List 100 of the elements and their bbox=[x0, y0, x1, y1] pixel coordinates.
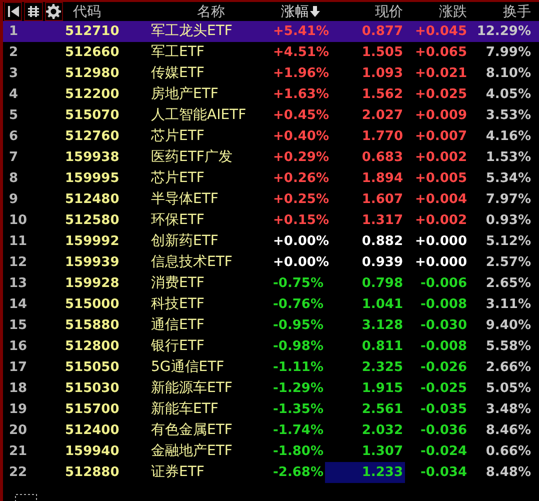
row-number: 12 bbox=[8, 254, 28, 272]
table-row[interactable]: 8 159995 芯片ETF +0.26% 1.894 +0.005 5.34% bbox=[3, 168, 539, 189]
change-percent-cell-text: -1.11% bbox=[273, 359, 324, 377]
sort-button[interactable] bbox=[24, 2, 43, 21]
change-percent-cell-text: -0.76% bbox=[273, 296, 324, 314]
settings-icon bbox=[46, 4, 62, 19]
table-row[interactable]: 18 515030 新能源车ETF -1.29% 1.915 -0.025 5.05% bbox=[3, 378, 539, 399]
table-row[interactable]: 2 512660 军工ETF +4.51% 1.505 +0.065 7.99% bbox=[3, 42, 539, 63]
row-number: 22 bbox=[8, 464, 28, 482]
code-cell-text: 512760 bbox=[64, 128, 120, 146]
turnover-cell-text: 12.29% bbox=[476, 23, 532, 41]
row-number: 10 bbox=[8, 212, 28, 230]
table-row[interactable]: 7 159938 医药ETF广发 +0.29% 0.683 +0.002 1.53% bbox=[3, 147, 539, 168]
change-cell-text: +0.000 bbox=[414, 254, 468, 272]
table-row[interactable]: 14 515000 科技ETF -0.76% 1.041 -0.008 3.11% bbox=[3, 294, 539, 315]
row-number: 15 bbox=[8, 317, 28, 335]
column-header[interactable]: 涨跌 bbox=[439, 2, 467, 20]
column-header[interactable]: 涨幅 bbox=[281, 2, 309, 20]
table-row[interactable]: 1 512710 军工龙头ETF +5.41% 0.877 +0.045 12.29% bbox=[3, 21, 539, 42]
name-cell-text: 通信ETF bbox=[150, 316, 206, 335]
change-cell-text: +0.004 bbox=[414, 191, 468, 209]
turnover-cell-text: 5.12% bbox=[484, 233, 532, 251]
row-number: 13 bbox=[8, 275, 28, 293]
name-cell-text: 半导体ETF bbox=[150, 190, 220, 209]
change-percent-cell-text: -1.29% bbox=[273, 380, 324, 398]
price-cell-text: 1.607 bbox=[360, 191, 404, 209]
table-row[interactable]: 3 512980 传媒ETF +1.96% 1.093 +0.021 8.10% bbox=[3, 63, 539, 84]
turnover-cell-text: 5.58% bbox=[484, 338, 532, 356]
price-cell-text: 0.882 bbox=[360, 233, 404, 251]
row-number: 8 bbox=[8, 170, 20, 188]
code-cell-text: 512660 bbox=[64, 44, 120, 62]
name-cell-text: 军工龙头ETF bbox=[150, 22, 234, 41]
name-cell-text: 科技ETF bbox=[150, 295, 206, 314]
column-header[interactable]: 换手 bbox=[503, 2, 531, 20]
table-row[interactable]: 6 512760 芯片ETF +0.40% 1.770 +0.007 4.16% bbox=[3, 126, 539, 147]
dashed-box-icon bbox=[15, 494, 37, 501]
price-cell-text: 1.915 bbox=[360, 380, 404, 398]
table-row[interactable]: 21 159940 金融地产ETF -1.80% 1.307 -0.024 0.66% bbox=[3, 441, 539, 462]
price-cell-text: 1.317 bbox=[360, 212, 404, 230]
table-row[interactable]: 13 159928 消费ETF -0.75% 0.798 -0.006 2.65% bbox=[3, 273, 539, 294]
table-row[interactable]: 17 515050 5G通信ETF -1.11% 2.325 -0.026 2.66% bbox=[3, 357, 539, 378]
code-cell-text: 512200 bbox=[64, 86, 120, 104]
table-row[interactable]: 15 515880 通信ETF -0.95% 3.128 -0.030 9.40% bbox=[3, 315, 539, 336]
name-cell-text: 芯片ETF bbox=[150, 169, 206, 188]
code-cell-text: 515700 bbox=[64, 401, 120, 419]
column-header[interactable]: 现价 bbox=[375, 2, 403, 20]
turnover-cell-text: 8.46% bbox=[484, 422, 532, 440]
change-cell-text: -0.036 bbox=[419, 422, 468, 440]
name-cell-text: 医药ETF广发 bbox=[150, 148, 234, 167]
column-header[interactable]: 名称 bbox=[197, 2, 225, 20]
change-cell-text: +0.025 bbox=[414, 86, 468, 104]
change-cell-text: -0.035 bbox=[419, 401, 468, 419]
turnover-cell-text: 8.48% bbox=[484, 464, 532, 482]
turnover-cell-text: 3.11% bbox=[484, 296, 532, 314]
table-row[interactable]: 5 515070 人工智能AIETF +0.45% 2.027 +0.009 3.53% bbox=[3, 105, 539, 126]
change-cell-text: +0.021 bbox=[414, 65, 468, 83]
table-row[interactable]: 9 512480 半导体ETF +0.25% 1.607 +0.004 7.97% bbox=[3, 189, 539, 210]
table-row[interactable]: 4 512200 房地产ETF +1.63% 1.562 +0.025 4.05% bbox=[3, 84, 539, 105]
code-cell-text: 159992 bbox=[64, 233, 120, 251]
price-cell-text: 0.877 bbox=[360, 23, 404, 41]
name-cell-text: 金融地产ETF bbox=[150, 442, 234, 461]
table-row[interactable]: 12 159939 信息技术ETF +0.00% 0.939 +0.000 2.57% bbox=[3, 252, 539, 273]
change-percent-cell-text: -1.74% bbox=[273, 422, 324, 440]
name-cell-text: 新能源车ETF bbox=[150, 379, 234, 398]
price-cell-text: 1.562 bbox=[360, 86, 404, 104]
name-cell-text: 人工智能AIETF bbox=[150, 106, 248, 125]
name-cell-text: 新能车ETF bbox=[150, 400, 220, 419]
name-cell-text: 创新药ETF bbox=[150, 232, 220, 251]
turnover-cell-text: 8.10% bbox=[484, 65, 532, 83]
column-header[interactable]: 代码 bbox=[73, 2, 101, 20]
code-cell-text: 515030 bbox=[64, 380, 120, 398]
table-row[interactable]: 11 159992 创新药ETF +0.00% 0.882 +0.000 5.12% bbox=[3, 231, 539, 252]
turnover-cell-text: 9.40% bbox=[484, 317, 532, 335]
change-cell-text: -0.025 bbox=[419, 380, 468, 398]
change-cell-text: +0.002 bbox=[414, 149, 468, 167]
row-number: 1 bbox=[8, 23, 20, 41]
settings-button[interactable] bbox=[44, 2, 63, 21]
table-row[interactable]: 22 512880 证券ETF -2.68% 1.233 -0.034 8.48% bbox=[3, 462, 539, 483]
name-cell-text: 环保ETF bbox=[150, 211, 206, 230]
table-row[interactable]: 10 512580 环保ETF +0.15% 1.317 +0.002 0.93% bbox=[3, 210, 539, 231]
name-cell-text: 信息技术ETF bbox=[150, 253, 234, 272]
row-number: 6 bbox=[8, 128, 20, 146]
code-cell-text: 515070 bbox=[64, 107, 120, 125]
change-percent-cell-text: -0.95% bbox=[273, 317, 324, 335]
first-page-button[interactable] bbox=[4, 2, 22, 21]
row-number: 9 bbox=[8, 191, 20, 209]
change-percent-cell-text: -2.68% bbox=[273, 464, 324, 482]
row-number: 18 bbox=[8, 380, 28, 398]
row-number: 21 bbox=[8, 443, 28, 461]
table-row[interactable]: 19 515700 新能车ETF -1.35% 2.561 -0.035 3.48% bbox=[3, 399, 539, 420]
change-cell-text: -0.030 bbox=[419, 317, 468, 335]
name-cell-text: 军工ETF bbox=[150, 43, 206, 62]
name-cell-text: 5G通信ETF bbox=[150, 358, 226, 377]
turnover-cell-text: 5.34% bbox=[484, 170, 532, 188]
table-row[interactable]: 16 512800 银行ETF -0.98% 0.811 -0.008 5.58% bbox=[3, 336, 539, 357]
price-cell: 1.233 bbox=[325, 462, 405, 483]
change-cell-text: +0.009 bbox=[414, 107, 468, 125]
table-row[interactable]: 20 512400 有色金属ETF -1.74% 2.032 -0.036 8.46% bbox=[3, 420, 539, 441]
row-number: 7 bbox=[8, 149, 20, 167]
code-cell-text: 512710 bbox=[64, 23, 120, 41]
